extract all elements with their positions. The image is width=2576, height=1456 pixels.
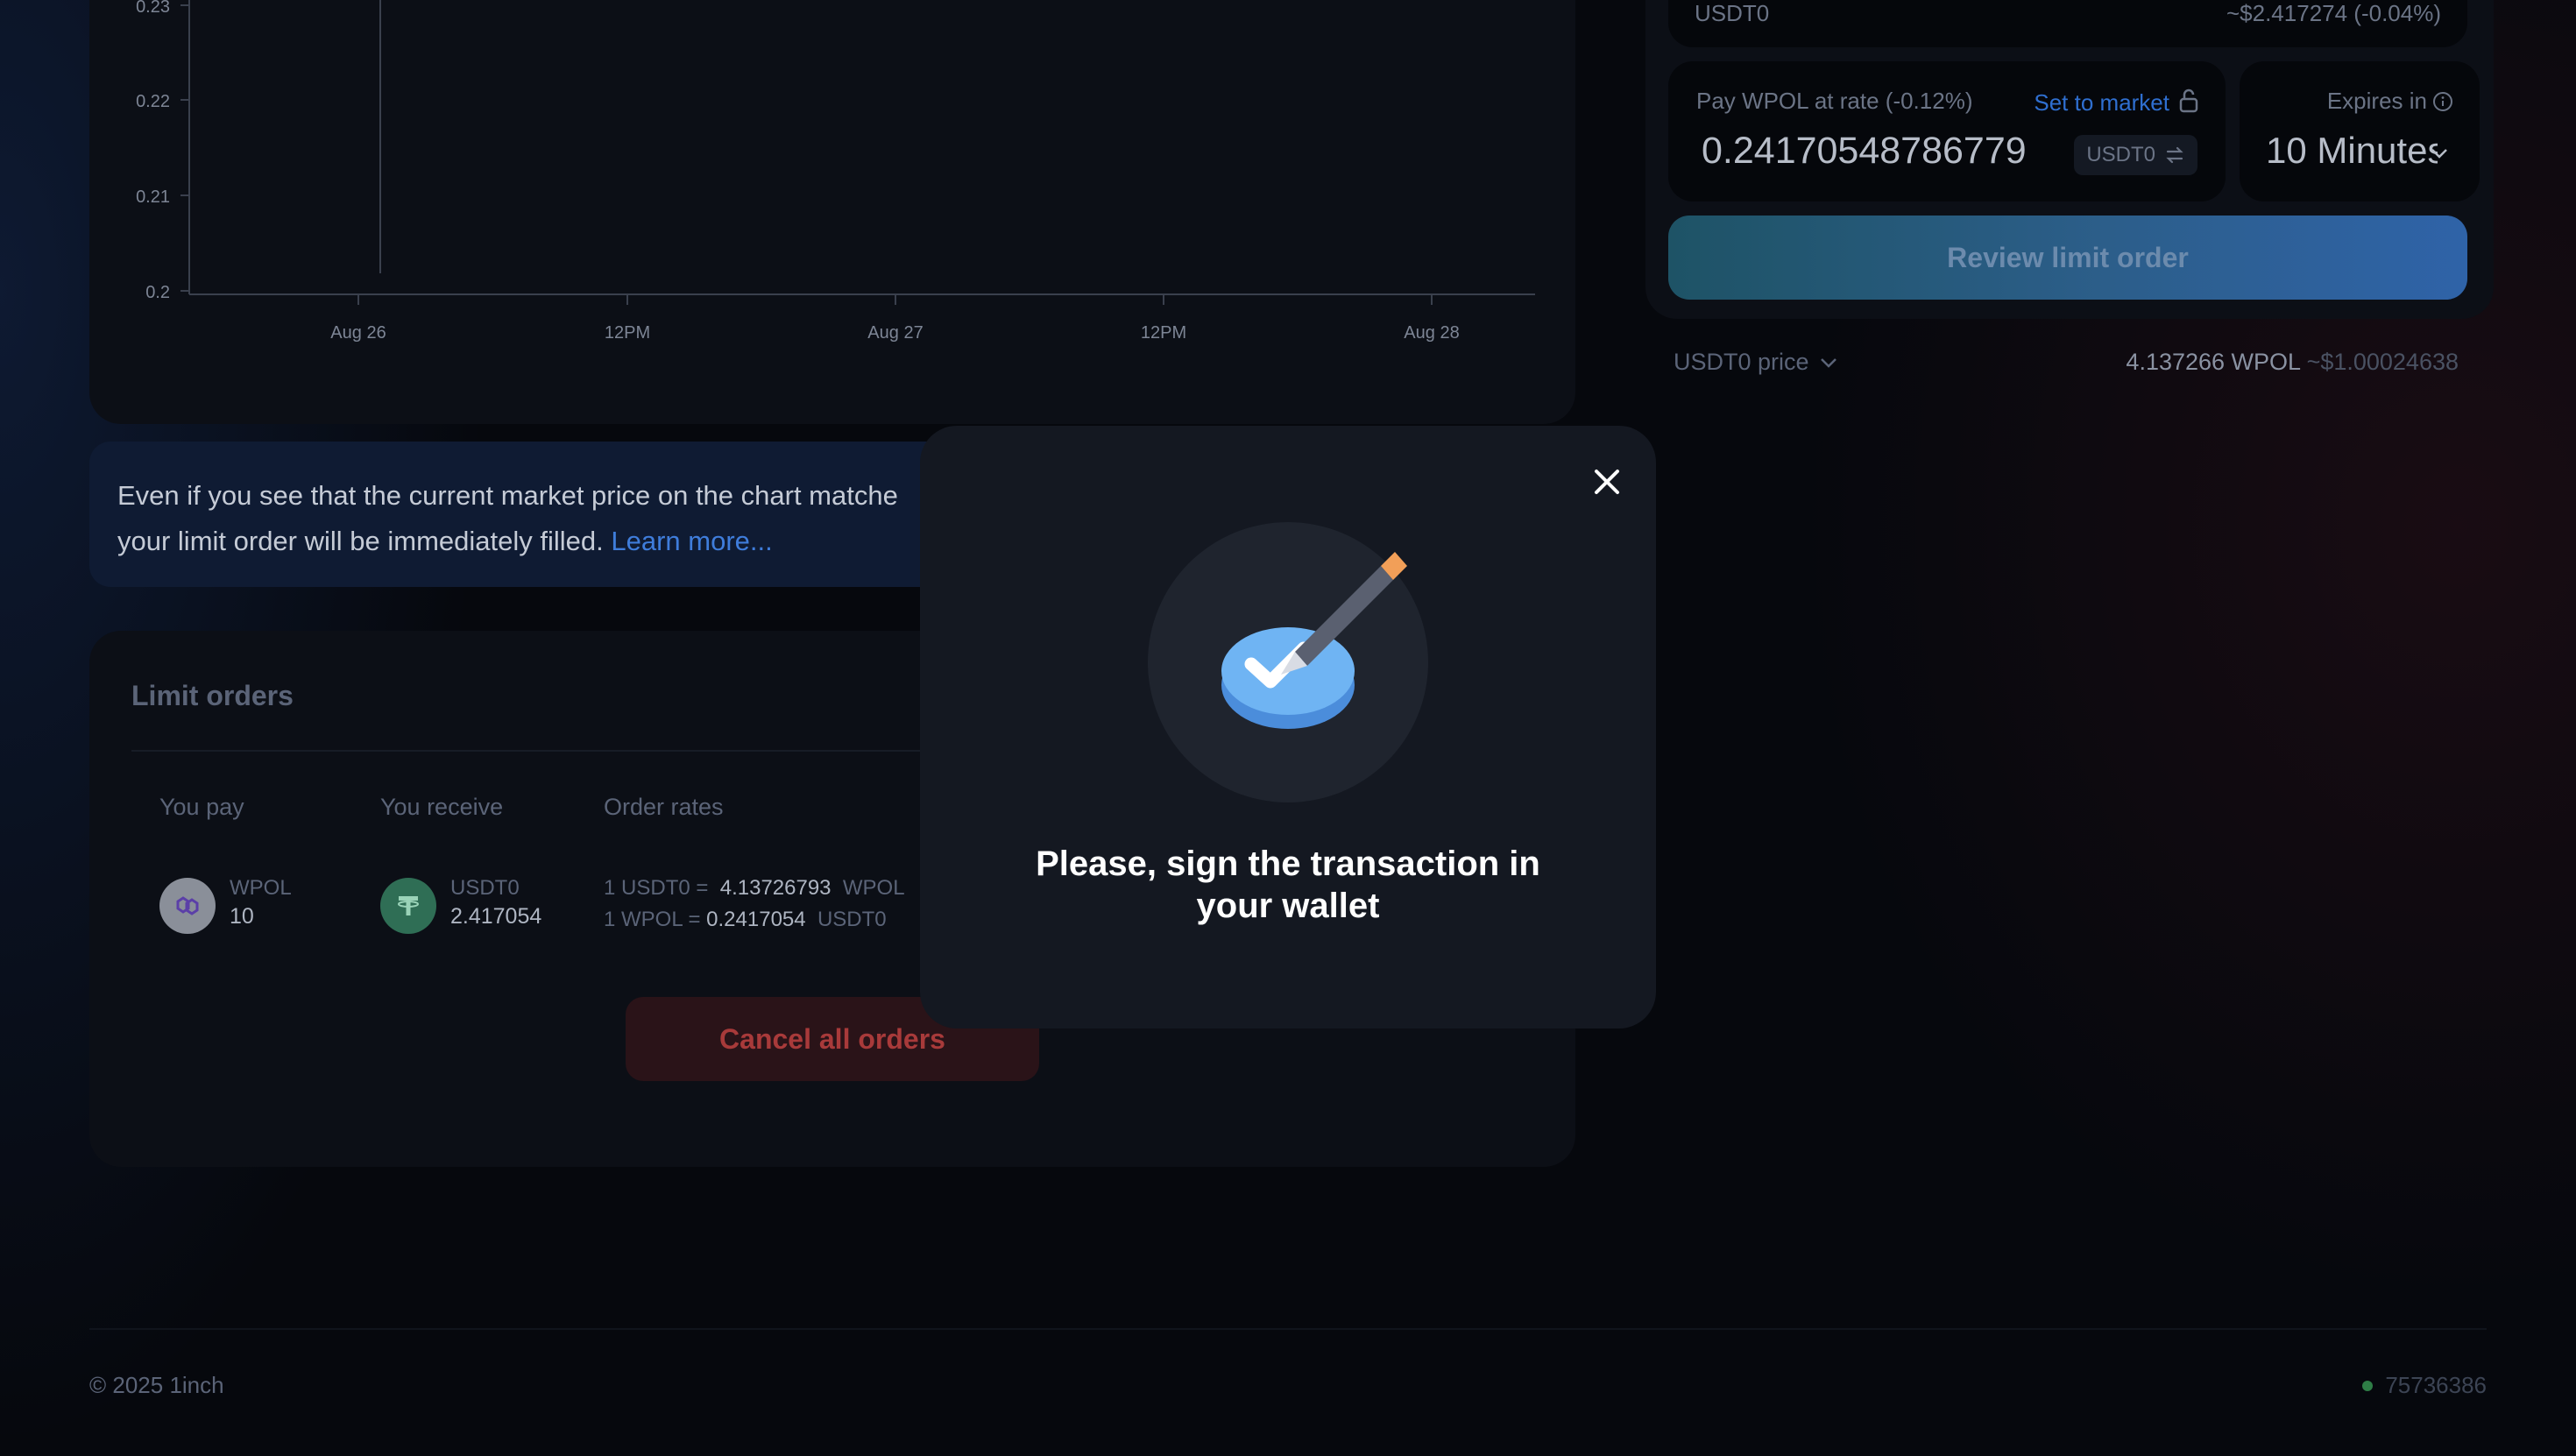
swap-icon — [2166, 146, 2183, 164]
chevron-down-icon — [1820, 357, 1836, 368]
y-tick-label: 0.2 — [145, 283, 170, 302]
review-limit-order-button[interactable]: Review limit order — [1668, 216, 2467, 300]
price-label: USDT0 price — [1674, 349, 1809, 375]
sign-pen-icon — [1148, 522, 1428, 807]
col-header-you-receive: You receive — [380, 794, 504, 820]
order-rate-line-1: 1 USDT0 = 4.13726793 WPOL — [604, 876, 905, 901]
x-tick-label: 12PM — [1141, 323, 1186, 343]
x-tick-label: 12PM — [605, 323, 650, 343]
rate-prefix: 1 WPOL = — [604, 908, 701, 931]
receive-amount: 2.417054 — [450, 904, 542, 929]
rate-input[interactable]: 0.24170548786779 — [1702, 130, 2027, 173]
limit-orders-title: Limit orders — [131, 680, 294, 711]
price-usd: ~$1.00024638 — [2306, 349, 2459, 375]
limit-order-form: USDT0 ~$2.417274 (-0.04%) Pay WPOL at ra… — [1645, 0, 2494, 319]
info-icon[interactable] — [2432, 91, 2453, 117]
receive-usd-value: ~$2.417274 (-0.04%) — [2226, 0, 2441, 26]
close-icon[interactable] — [1581, 456, 1633, 508]
info-banner-line2: your limit order will be immediately fil… — [117, 526, 604, 556]
pay-amount: 10 — [230, 904, 254, 929]
x-tick-label: Aug 28 — [1404, 323, 1459, 343]
col-header-order-rates: Order rates — [604, 794, 724, 820]
rate-token: WPOL — [842, 876, 905, 900]
footer-divider — [89, 1328, 2487, 1330]
col-header-you-pay: You pay — [159, 794, 244, 820]
copyright: © 2025 1inch — [89, 1372, 224, 1398]
expires-value: 10 Minutes — [2266, 130, 2438, 171]
status-dot-icon — [2362, 1380, 2374, 1391]
usdt0-icon — [380, 878, 436, 934]
rate-token-label: USDT0 — [2086, 143, 2155, 166]
receive-token-symbol: USDT0 — [1695, 0, 1770, 26]
order-rate-line-2: 1 WPOL = 0.2417054 USDT0 — [604, 908, 887, 932]
sign-transaction-modal: Please, sign the transaction in your wal… — [920, 426, 1656, 1028]
rate-value: 0.2417054 — [706, 908, 806, 931]
x-axis: Aug 26 12PM Aug 27 12PM Aug 28 — [330, 294, 1460, 343]
receive-token-name: USDT0 — [450, 876, 520, 900]
x-tick-label: Aug 26 — [330, 323, 386, 343]
rate-prefix: 1 USDT0 = — [604, 876, 709, 900]
block-number[interactable]: 75736386 — [2362, 1372, 2487, 1399]
receive-token-row[interactable]: USDT0 ~$2.417274 (-0.04%) — [1668, 0, 2467, 47]
wpol-icon — [159, 878, 216, 934]
y-tick-label: 0.22 — [136, 92, 170, 111]
set-to-market-button[interactable]: Set to market — [2034, 89, 2169, 117]
sign-transaction-message: Please, sign the transaction in your wal… — [1036, 845, 1540, 925]
x-tick-label: Aug 27 — [867, 323, 923, 343]
unlock-icon[interactable] — [2178, 88, 2199, 118]
rate-token: USDT0 — [817, 908, 887, 931]
y-tick-label: 0.21 — [136, 187, 170, 207]
usdt0-price-toggle[interactable]: USDT0 price — [1674, 349, 1837, 376]
price-chart-card: 0.23 0.22 0.21 0.2 Aug 26 12PM Aug 27 12… — [89, 0, 1575, 424]
rate-token-toggle[interactable]: USDT0 — [2074, 135, 2197, 175]
price-value-group: 4.137266 WPOL ~$1.00024638 — [2126, 349, 2459, 376]
block-number-value: 75736386 — [2385, 1372, 2487, 1398]
price-value: 4.137266 WPOL — [2126, 349, 2301, 375]
learn-more-link[interactable]: Learn more... — [611, 526, 772, 556]
price-chart[interactable]: 0.23 0.22 0.21 0.2 Aug 26 12PM Aug 27 12… — [89, 0, 1575, 424]
y-axis: 0.23 0.22 0.21 0.2 — [136, 0, 189, 302]
rate-value: 4.13726793 — [719, 876, 832, 900]
expires-select[interactable]: Expires in 10 Minutes — [2240, 61, 2480, 201]
chevron-down-icon — [2431, 147, 2448, 163]
rate-label: Pay WPOL at rate (-0.12%) — [1696, 88, 1973, 114]
rate-input-box: Pay WPOL at rate (-0.12%) Set to market … — [1668, 61, 2226, 201]
expires-label: Expires in — [2326, 88, 2427, 114]
pay-token-name: WPOL — [230, 876, 292, 900]
y-tick-label: 0.23 — [136, 0, 170, 17]
